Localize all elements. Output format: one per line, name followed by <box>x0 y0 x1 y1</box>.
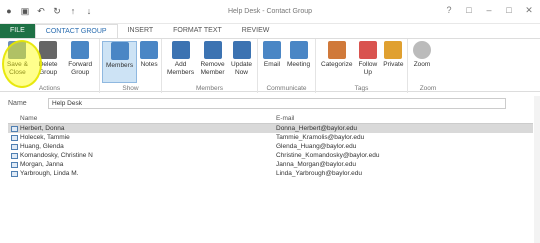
group-name-input[interactable] <box>48 97 506 109</box>
email-button[interactable]: Email <box>260 41 284 83</box>
help-icon[interactable]: ? <box>444 5 454 16</box>
forward-icon <box>71 41 90 59</box>
contact-card-icon <box>10 170 18 177</box>
categorize-button[interactable]: Categorize <box>318 41 355 83</box>
remove-member-icon <box>203 41 222 59</box>
follow-up-button[interactable]: Follow Up <box>355 41 380 83</box>
lock-icon <box>384 41 403 59</box>
update-now-button[interactable]: Update Now <box>228 41 255 83</box>
group-zoom: Zoom Zoom <box>408 39 448 93</box>
maximize-icon[interactable]: □ <box>504 5 514 16</box>
contact-card-icon <box>10 134 18 141</box>
group-label: Members <box>195 85 224 92</box>
name-column-header[interactable]: Name <box>20 115 270 122</box>
forward-group-button[interactable]: Forward Group <box>63 41 97 83</box>
zoom-button[interactable]: Zoom <box>410 41 434 83</box>
contact-card-icon <box>10 152 18 159</box>
contact-card-icon <box>10 161 18 168</box>
table-row[interactable]: Morgan, Janna Janna_Morgan@baylor.edu <box>8 160 533 169</box>
table-row[interactable]: Holecek, Tammie Tammie_Kramolis@baylor.ed… <box>8 133 533 142</box>
vertical-scrollbar[interactable] <box>534 96 540 243</box>
members-button[interactable]: Members <box>102 41 138 83</box>
close-icon[interactable]: ✕ <box>524 5 534 16</box>
table-row[interactable]: Huang, Glenda Glenda_Huang@baylor.edu <box>8 142 533 151</box>
restore-ribbon-icon[interactable]: □ <box>464 5 474 16</box>
ribbon: Save & Close Delete Group Forward Group … <box>0 38 540 93</box>
tab-contact-group[interactable]: CONTACT GROUP <box>34 24 118 38</box>
delete-icon <box>39 41 58 59</box>
table-row[interactable]: Komandosky, Christine N Christine_Komando… <box>8 151 533 160</box>
ribbon-tabs: FILE CONTACT GROUP INSERT FORMAT TEXT RE… <box>0 24 540 38</box>
minimize-icon[interactable]: – <box>484 5 494 16</box>
add-members-icon <box>171 41 190 59</box>
notes-button[interactable]: Notes <box>137 41 161 83</box>
highlight-annotation <box>2 40 42 88</box>
tab-insert[interactable]: INSERT <box>118 24 164 38</box>
name-row: Name <box>0 96 540 110</box>
group-label: Communicate <box>266 85 307 92</box>
notes-icon <box>140 41 159 59</box>
table-row[interactable]: Yarbrough, Linda M. Linda_Yarbrough@baylo… <box>8 169 533 178</box>
add-members-button[interactable]: Add Members <box>164 41 197 83</box>
group-show: Members Notes Show <box>100 39 162 93</box>
zoom-icon <box>413 41 431 59</box>
members-list: Name E-mail Herbert, Donna Donna_Herbert@… <box>8 114 533 178</box>
update-now-icon <box>232 41 251 59</box>
table-row[interactable]: Herbert, Donna Donna_Herbert@baylor.edu <box>8 124 533 133</box>
meeting-button[interactable]: Meeting <box>284 41 313 83</box>
group-tags: Categorize Follow Up Private Tags <box>316 39 408 93</box>
email-column-header[interactable]: E-mail <box>270 115 530 122</box>
tab-format-text[interactable]: FORMAT TEXT <box>163 24 232 38</box>
tab-review[interactable]: REVIEW <box>232 24 280 38</box>
group-communicate: Email Meeting Communicate <box>258 39 316 93</box>
list-header: Name E-mail <box>8 114 533 124</box>
flag-icon <box>358 41 377 59</box>
categorize-icon <box>327 41 346 59</box>
name-label: Name <box>8 99 27 107</box>
group-label: Tags <box>354 85 369 92</box>
contact-card-icon <box>10 143 18 150</box>
contact-card-icon <box>10 125 18 132</box>
email-icon <box>263 41 281 59</box>
members-icon <box>110 42 129 60</box>
meeting-icon <box>289 41 308 59</box>
remove-member-button[interactable]: Remove Member <box>197 41 228 83</box>
group-label: Zoom <box>419 85 437 92</box>
window-controls: ? □ – □ ✕ <box>444 5 534 16</box>
group-label: Show <box>122 85 139 92</box>
private-button[interactable]: Private <box>380 41 406 83</box>
title-bar: ● ▣ ↶ ↻ ↑ ↓ Help Desk - Contact Group ? … <box>0 0 540 24</box>
tab-file[interactable]: FILE <box>0 24 35 38</box>
group-members: Add Members Remove Member Update Now Mem… <box>162 39 258 93</box>
